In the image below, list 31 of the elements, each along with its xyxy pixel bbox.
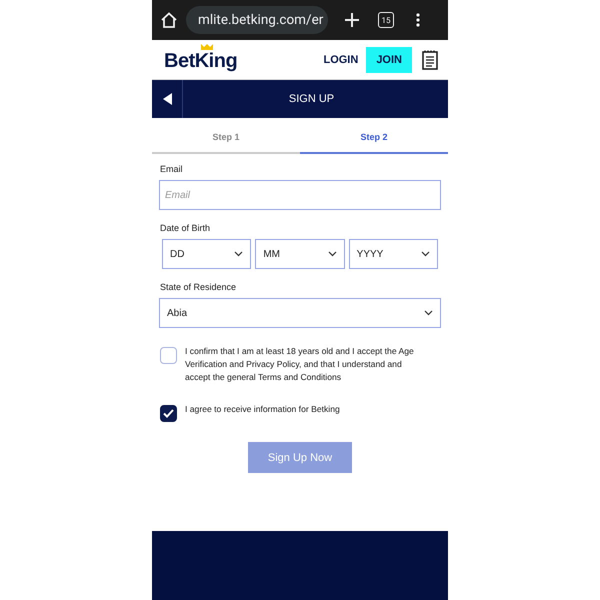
checkbox[interactable]: [160, 347, 177, 364]
state-dropdown[interactable]: Abia: [159, 298, 441, 328]
login-link[interactable]: LOGIN: [323, 54, 358, 66]
add-tab-icon[interactable]: [344, 12, 360, 28]
join-button[interactable]: JOIN: [366, 46, 412, 72]
date-dropdown[interactable]: MM: [255, 239, 345, 269]
home-icon[interactable]: [160, 11, 178, 29]
tab-count-button[interactable]: 15: [378, 12, 394, 28]
checkbox[interactable]: [160, 405, 177, 422]
page-title: SIGN UP: [288, 93, 336, 105]
chevron-down-icon: [424, 310, 433, 316]
back-icon[interactable]: [162, 93, 172, 105]
chevron-down-icon: [420, 251, 430, 257]
field-label: State of Residence: [160, 282, 238, 292]
checkbox-label: I confirm that I am at least 18 years old and I accept the Age Verification and Privacy Policy, and that I understand and accept the general Terms and Conditions: [185, 345, 415, 384]
field-label: Email: [160, 164, 184, 174]
crown-icon: [201, 44, 213, 50]
email-field[interactable]: Email: [159, 180, 441, 210]
notepad-icon[interactable]: [422, 50, 438, 70]
step-tab[interactable]: Step 2: [300, 122, 448, 154]
address-bar[interactable]: mlite.betking.com/er: [186, 6, 328, 34]
logo[interactable]: BetKing: [164, 46, 238, 73]
step-tab[interactable]: Step 1: [152, 122, 300, 154]
date-dropdown[interactable]: DD: [162, 239, 252, 269]
chevron-down-icon: [328, 251, 337, 257]
date-dropdown[interactable]: YYYY: [348, 239, 438, 269]
menu-icon[interactable]: [416, 13, 420, 27]
field-label: Date of Birth: [160, 223, 212, 233]
check-icon: [163, 409, 174, 418]
checkbox-label: I agree to receive information for Betking: [185, 403, 341, 416]
chevron-down-icon: [234, 251, 244, 257]
